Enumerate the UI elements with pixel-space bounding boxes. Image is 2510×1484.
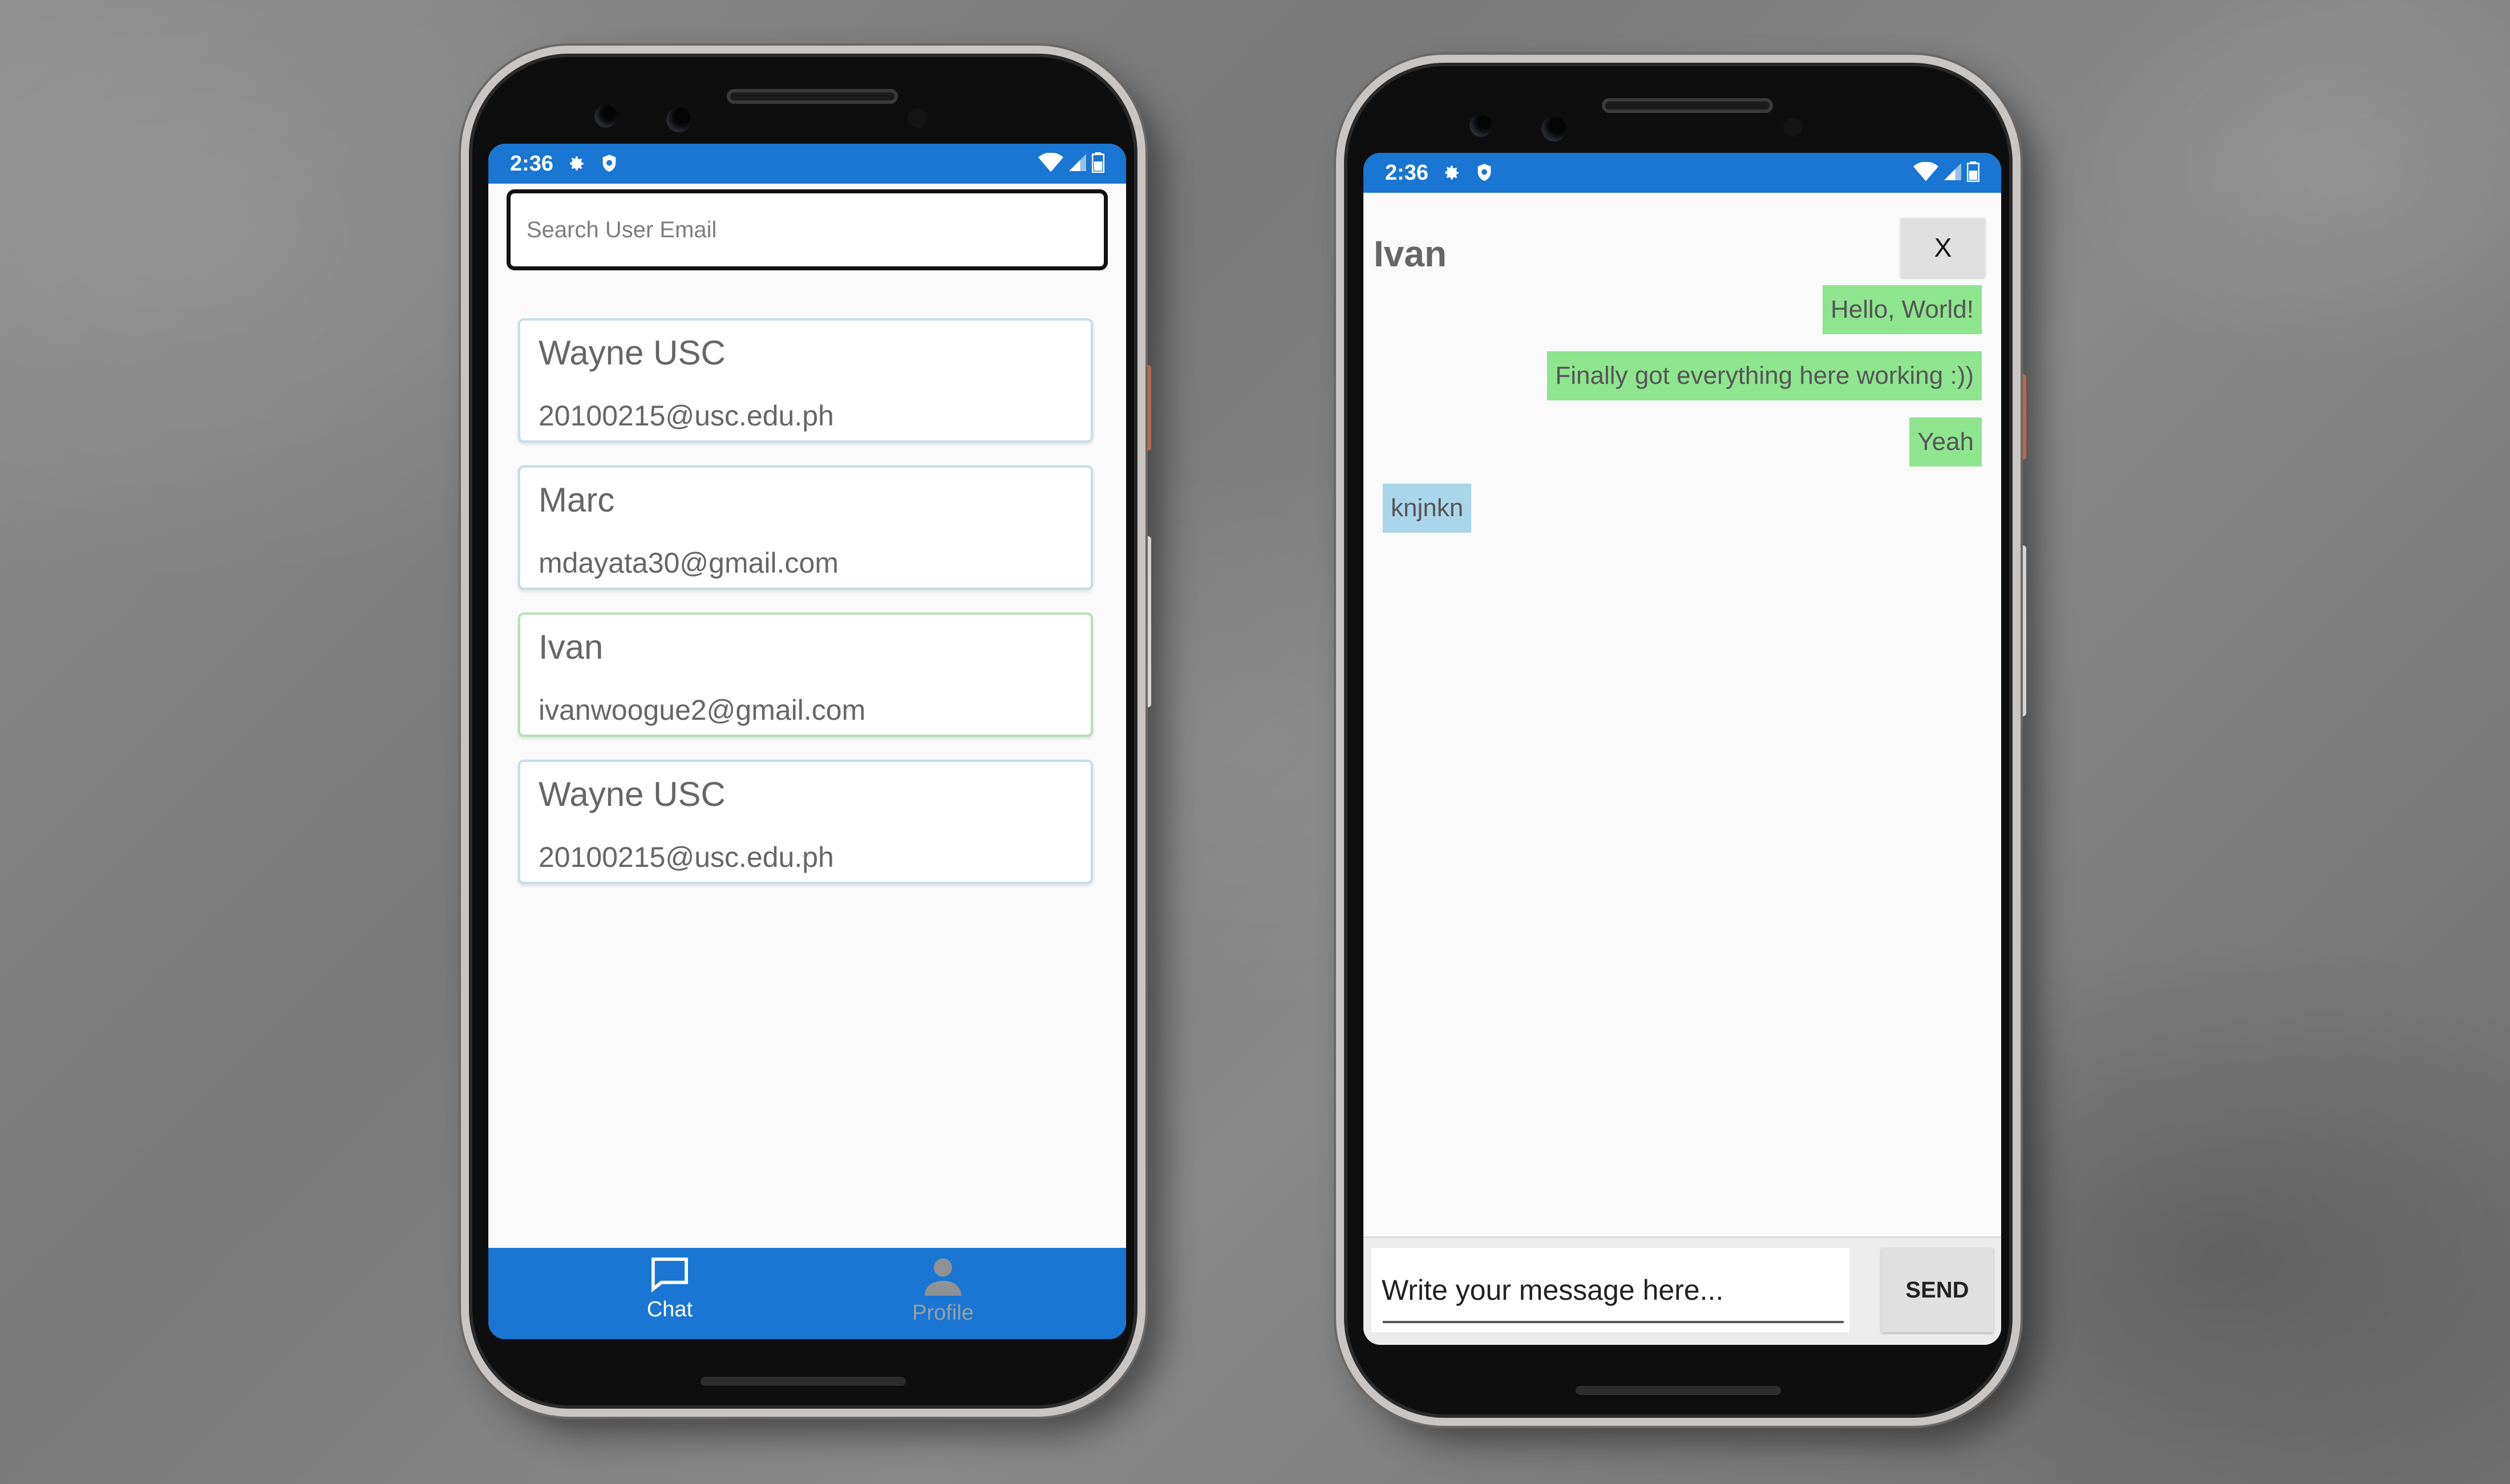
settings-gear-icon	[566, 153, 586, 174]
signal-icon	[1069, 153, 1086, 175]
status-right-icons	[1913, 153, 1980, 193]
close-chat-button[interactable]: X	[1901, 218, 1985, 277]
profile-person-icon	[924, 1258, 962, 1296]
status-right-icons	[1038, 144, 1105, 184]
chat-screen: 2:36 Ivan X Hello, World! Finally got ev…	[1363, 153, 2001, 1345]
front-camera-wide	[1469, 114, 1492, 137]
message-bubble-sent: Yeah	[1909, 417, 1982, 467]
nav-tab-chat[interactable]: Chat	[601, 1256, 738, 1322]
proximity-sensor	[1783, 117, 1803, 137]
user-email: 20100215@usc.edu.ph	[539, 400, 834, 432]
status-time: 2:36	[1385, 160, 1429, 185]
home-indicator	[1576, 1386, 1781, 1395]
shield-icon	[599, 153, 620, 174]
search-user-email-input[interactable]	[507, 189, 1108, 270]
phone-frame-left: 2:36 Wayne USC 20100215@usc.edu.ph Marc …	[461, 46, 1145, 1417]
user-card[interactable]: Wayne USC 20100215@usc.edu.ph	[518, 318, 1093, 443]
nav-label-profile: Profile	[912, 1301, 974, 1325]
contacts-screen: 2:36 Wayne USC 20100215@usc.edu.ph Marc …	[488, 144, 1126, 1339]
user-name: Wayne USC	[539, 334, 726, 372]
user-name: Wayne USC	[539, 775, 726, 813]
status-bar: 2:36	[1363, 153, 2001, 193]
user-card-selected[interactable]: Ivan ivanwoogue2@gmail.com	[518, 613, 1093, 737]
earpiece-speaker	[1602, 98, 1773, 113]
signal-icon	[1944, 163, 1961, 184]
message-bubble-sent: Hello, World!	[1822, 285, 1982, 334]
message-compose-bar: SEND	[1363, 1236, 2001, 1345]
wifi-icon	[1038, 152, 1063, 175]
user-email: mdayata30@gmail.com	[539, 547, 839, 579]
user-name: Ivan	[539, 628, 604, 666]
home-indicator	[701, 1377, 906, 1386]
input-underline	[1383, 1321, 1844, 1323]
message-bubble-received: knjnkn	[1383, 484, 1472, 533]
shield-icon	[1474, 163, 1495, 183]
earpiece-speaker	[727, 89, 898, 104]
message-input[interactable]	[1371, 1248, 1849, 1332]
wifi-icon	[1913, 161, 1938, 184]
user-name: Marc	[539, 481, 615, 519]
user-email: 20100215@usc.edu.ph	[539, 841, 834, 873]
bottom-navigation: Chat Profile	[488, 1248, 1126, 1339]
desktop-background: { "status_bar": { "time": "2:36" }, "con…	[0, 0, 2510, 1484]
phone-frame-right: 2:36 Ivan X Hello, World! Finally got ev…	[1336, 55, 2021, 1426]
user-card[interactable]: Wayne USC 20100215@usc.edu.ph	[518, 760, 1093, 884]
proximity-sensor	[908, 108, 928, 128]
user-email: ivanwoogue2@gmail.com	[539, 694, 866, 726]
chat-bubble-icon	[651, 1257, 688, 1293]
nav-label-chat: Chat	[646, 1298, 693, 1321]
user-card[interactable]: Marc mdayata30@gmail.com	[518, 465, 1093, 590]
message-bubble-sent: Finally got everything here working :))	[1547, 351, 1982, 400]
nav-tab-profile[interactable]: Profile	[875, 1256, 1011, 1325]
settings-gear-icon	[1441, 163, 1462, 183]
send-button[interactable]: SEND	[1881, 1248, 1993, 1332]
front-camera	[1541, 116, 1566, 141]
front-camera	[666, 107, 691, 132]
battery-icon	[1966, 161, 1980, 185]
chat-title: Ivan	[1374, 233, 1447, 274]
battery-icon	[1091, 152, 1105, 176]
status-bar: 2:36	[488, 144, 1126, 184]
status-time: 2:36	[510, 151, 554, 176]
front-camera-wide	[594, 105, 617, 128]
